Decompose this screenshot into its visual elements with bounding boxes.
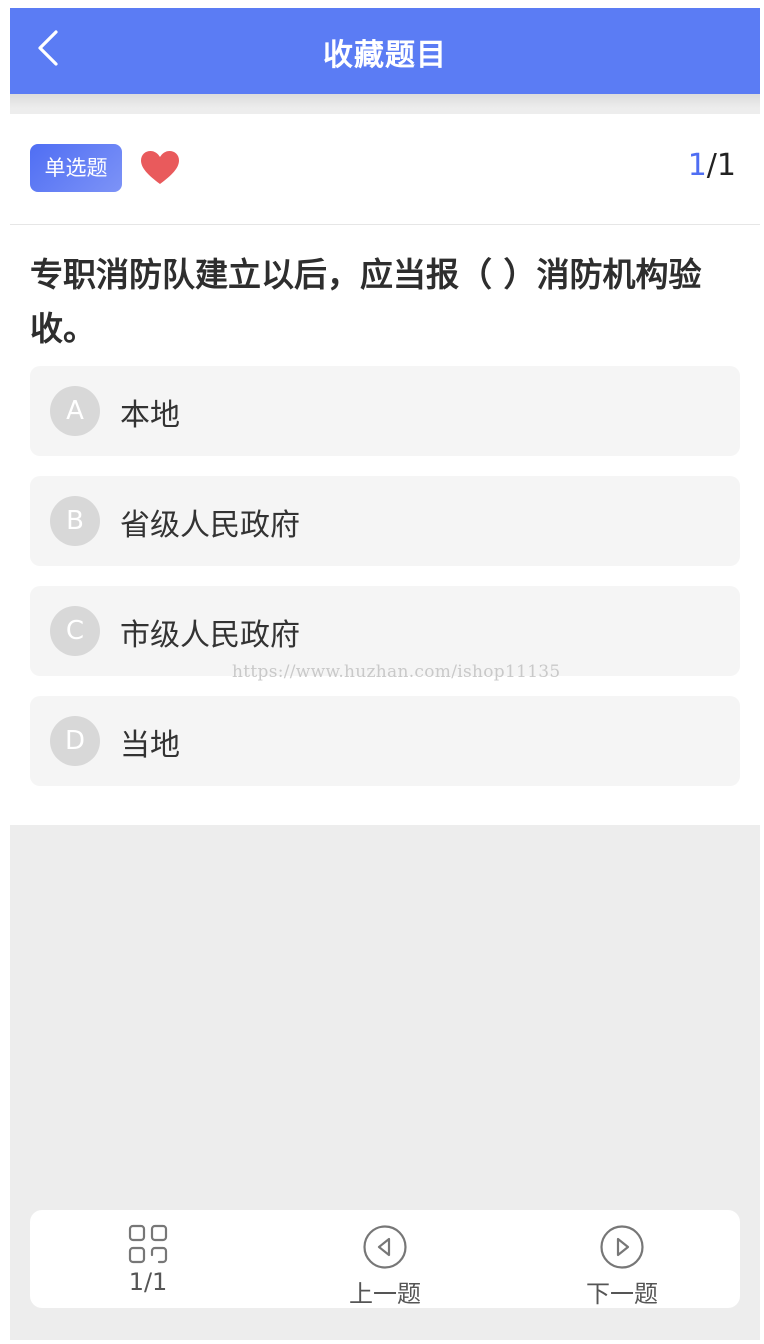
- option-text: 当地: [120, 728, 180, 763]
- play-right-circle-icon: [600, 1225, 644, 1269]
- page-title: 收藏题目: [323, 38, 447, 73]
- question-progress: 1/1: [688, 148, 736, 183]
- option-letter: A: [50, 386, 100, 436]
- app-screen: 收藏题目 单选题 1/1 专职消防队建立以后，应当报（ ）消防机构验收。 A 本…: [10, 8, 760, 1340]
- question-index-label: 1/1: [128, 1268, 168, 1296]
- question-card: 单选题 1/1 专职消防队建立以后，应当报（ ）消防机构验收。 A 本地 B 省…: [10, 114, 760, 825]
- bottom-nav-bar: 1/1 上一题 下一题: [30, 1210, 740, 1308]
- nav-shadow: [10, 94, 760, 108]
- option-letter: C: [50, 606, 100, 656]
- play-left-circle-icon: [363, 1225, 407, 1269]
- progress-separator: /: [706, 148, 717, 183]
- nav-bar: 收藏题目: [10, 8, 760, 94]
- option-a[interactable]: A 本地: [30, 366, 740, 456]
- option-letter: B: [50, 496, 100, 546]
- option-text: 市级人民政府: [120, 618, 300, 653]
- question-header: 单选题 1/1: [10, 114, 760, 225]
- question-text: 专职消防队建立以后，应当报（ ）消防机构验收。: [30, 255, 702, 348]
- option-letter: D: [50, 716, 100, 766]
- option-b[interactable]: B 省级人民政府: [30, 476, 740, 566]
- prev-question-label: 上一题: [349, 1280, 421, 1308]
- next-question-button[interactable]: 下一题: [542, 1220, 702, 1308]
- next-question-label: 下一题: [586, 1280, 658, 1308]
- watermark-text: https://www.huzhan.com/ishop11135: [232, 662, 561, 682]
- option-text: 本地: [120, 398, 180, 433]
- question-index-button[interactable]: 1/1: [68, 1220, 228, 1302]
- option-d[interactable]: D 当地: [30, 696, 740, 786]
- question-type-badge: 单选题: [30, 144, 122, 192]
- grid-icon: [128, 1224, 168, 1264]
- heart-icon[interactable]: [140, 150, 180, 186]
- progress-current: 1: [687, 148, 707, 183]
- progress-total: 1: [716, 148, 736, 183]
- prev-question-button[interactable]: 上一题: [305, 1220, 465, 1308]
- option-text: 省级人民政府: [120, 508, 300, 543]
